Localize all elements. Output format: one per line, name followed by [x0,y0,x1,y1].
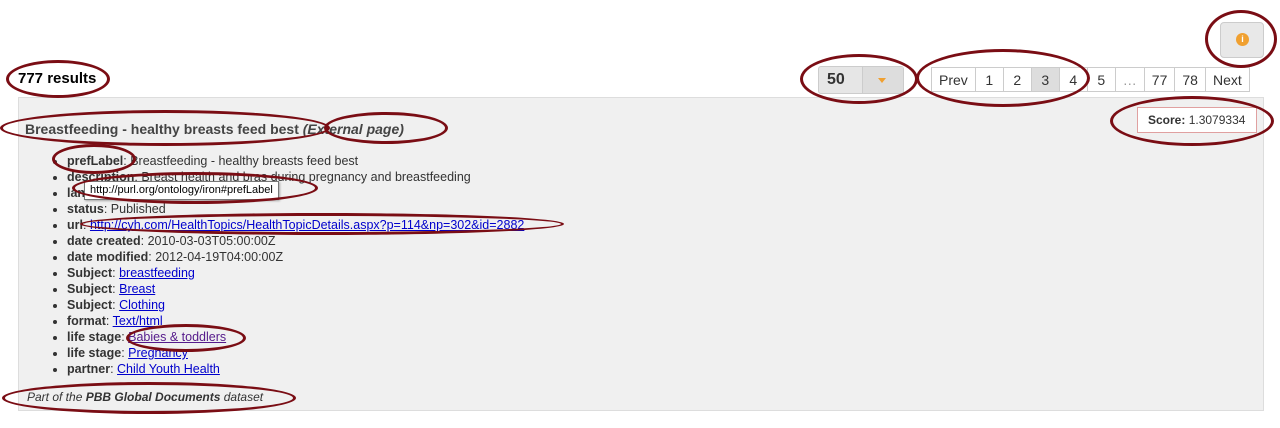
property-link[interactable]: http://cyh.com/HealthTopics/HealthTopicD… [90,218,524,232]
property-value: 2012-04-19T04:00:00Z [155,250,284,264]
property-link[interactable]: Text/html [113,314,163,328]
property-item: Subject: Clothing [67,297,524,313]
property-link[interactable]: breastfeeding [119,266,195,280]
score-label: Score: [1148,113,1186,127]
page-button-3[interactable]: 3 [1030,67,1060,92]
property-key: Subject [67,298,113,312]
search-result: Breastfeeding - healthy breasts feed bes… [18,97,1264,411]
tooltip: http://purl.org/ontology/iron#prefLabel [84,181,279,200]
dataset-note: Part of the PBB Global Documents dataset [27,390,263,404]
property-item: Subject: Breast [67,281,524,297]
score-value: 1.3079334 [1188,113,1246,127]
info-icon: i [1236,33,1249,46]
info-button[interactable]: i [1220,22,1264,58]
property-item: partner: Child Youth Health [67,361,524,377]
result-title: Breastfeeding - healthy breasts feed bes… [25,121,404,137]
property-value: 2010-03-03T05:00:00Z [147,234,276,248]
prev-page-button[interactable]: Prev [931,67,976,92]
property-value: Published [110,202,166,216]
per-page-select[interactable]: 50 [818,66,904,94]
property-key: partner [67,362,111,376]
page-button-5[interactable]: 5 [1086,67,1116,92]
page-button-4[interactable]: 4 [1058,67,1088,92]
next-page-button[interactable]: Next [1204,67,1250,92]
per-page-value: 50 [827,71,845,88]
property-key: prefLabel [67,154,124,168]
property-link[interactable]: Child Youth Health [117,362,220,376]
property-item: date modified: 2012-04-19T04:00:00Z [67,249,524,265]
property-link[interactable]: Babies & toddlers [128,330,226,344]
page-button-77[interactable]: 77 [1143,67,1176,92]
property-link[interactable]: Clothing [119,298,165,312]
property-key: Subject [67,282,113,296]
result-title-text[interactable]: Breastfeeding - healthy breasts feed bes… [25,121,299,137]
property-key: status [67,202,104,216]
property-key: url [67,218,83,232]
property-item: status: Published [67,201,524,217]
external-page-label: (External page) [302,121,404,137]
per-page-dropdown-toggle[interactable] [862,67,903,93]
pagination-ellipsis: … [1114,67,1145,92]
page-button-78[interactable]: 78 [1174,67,1206,92]
dataset-suffix: dataset [223,390,264,404]
dataset-name: PBB Global Documents [85,390,221,404]
property-key: Subject [67,266,113,280]
page-button-2[interactable]: 2 [1002,67,1032,92]
property-item: format: Text/html [67,313,524,329]
property-item: date created: 2010-03-03T05:00:00Z [67,233,524,249]
property-value: Breastfeeding - healthy breasts feed bes… [130,154,359,168]
property-item: life stage: Babies & toddlers [67,329,524,345]
property-item: url: http://cyh.com/HealthTopics/HealthT… [67,217,524,233]
property-item: Subject: breastfeeding [67,265,524,281]
property-key: life stage [67,330,122,344]
property-link[interactable]: Pregnancy [128,346,188,360]
property-key: life stage [67,346,122,360]
property-key: format [67,314,106,328]
property-key: date created [67,234,141,248]
results-count: 777 results [18,70,97,87]
property-item: life stage: Pregnancy [67,345,524,361]
caret-down-icon [878,78,886,83]
score-box: Score: 1.3079334 [1137,107,1257,133]
property-key: date modified [67,250,149,264]
page-button-1[interactable]: 1 [974,67,1004,92]
pagination: Prev 1 2 3 4 5… 77 78 Next [931,67,1250,92]
property-item: prefLabel: Breastfeeding - healthy breas… [67,153,524,169]
dataset-prefix: Part of the [27,390,83,404]
property-link[interactable]: Breast [119,282,155,296]
